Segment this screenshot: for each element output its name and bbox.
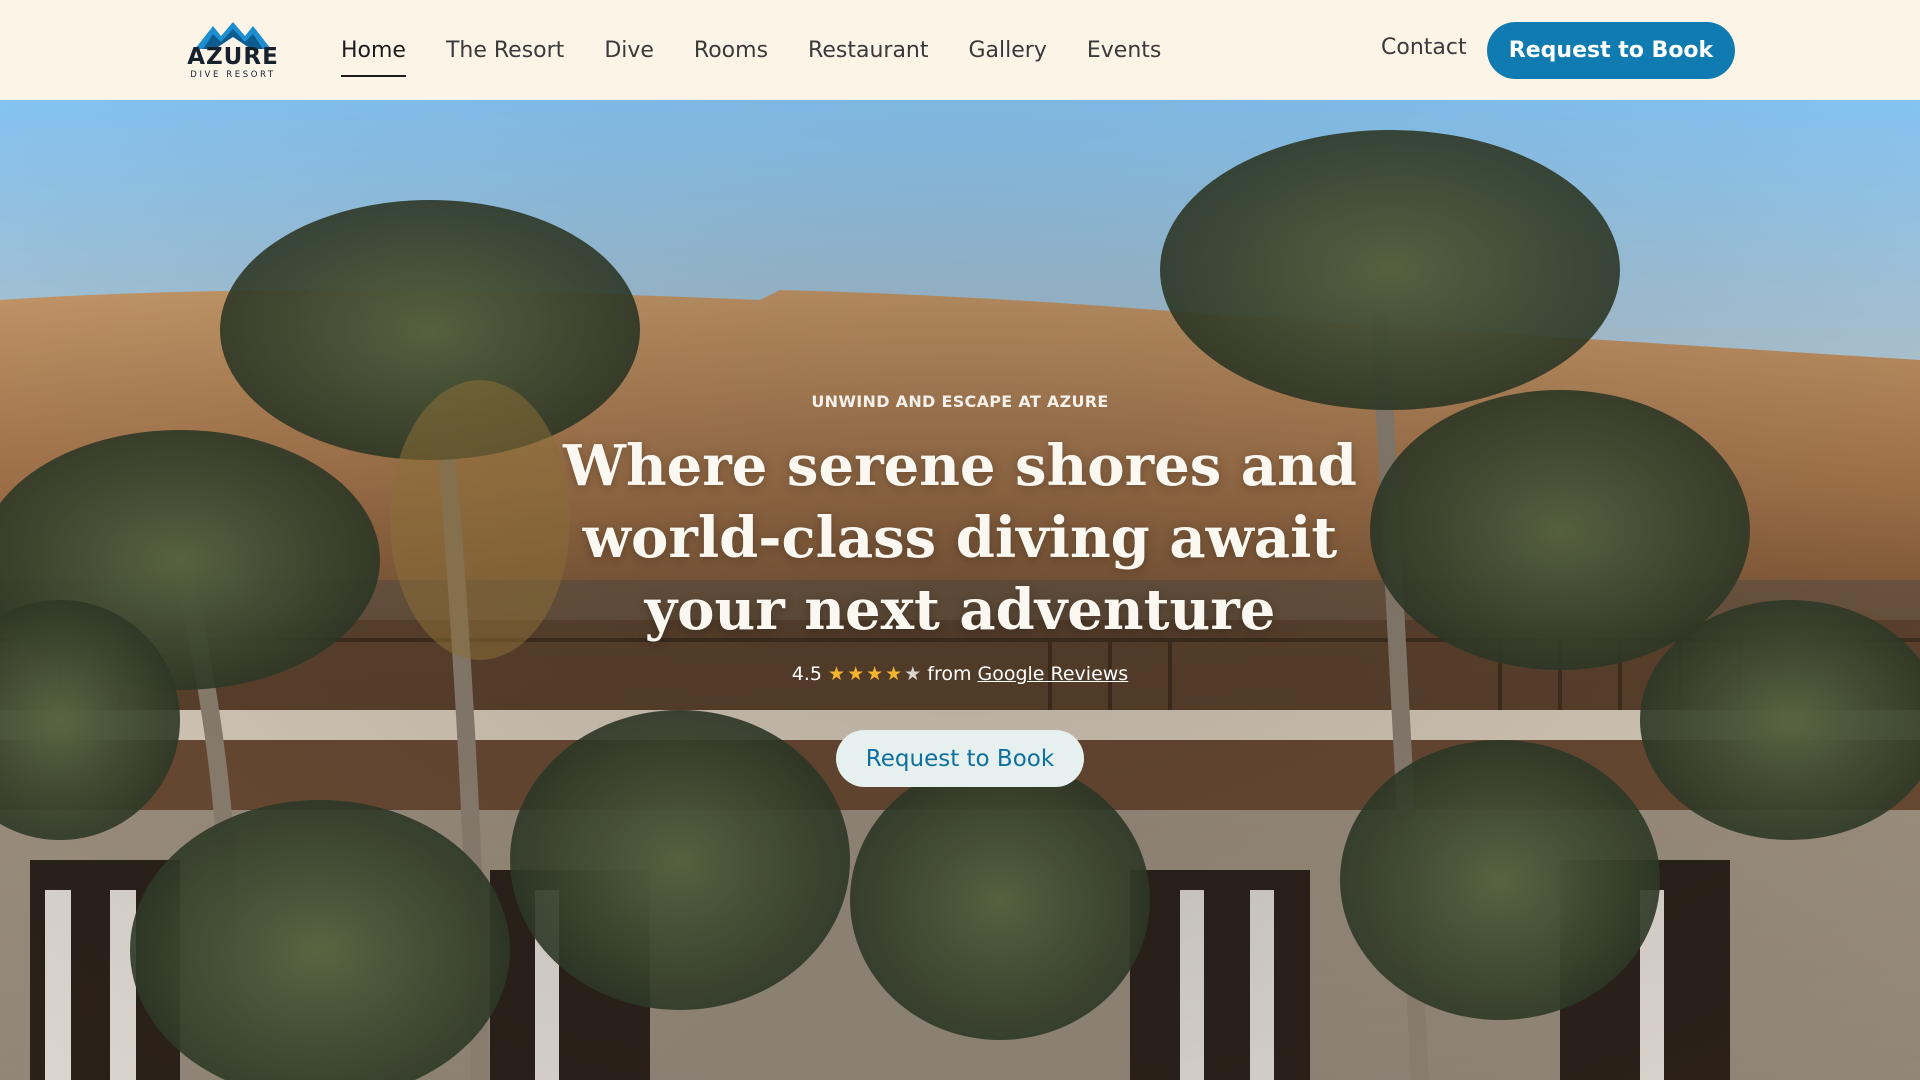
- rating-summary: 4.5 ★ ★ ★ ★ ★ from Google Reviews: [0, 663, 1920, 685]
- nav-item-restaurant[interactable]: Restaurant: [808, 38, 928, 63]
- star-icon: ★: [866, 662, 884, 685]
- star-icon: ★: [847, 662, 865, 685]
- nav-item-dive[interactable]: Dive: [604, 38, 654, 63]
- star-icon: ★: [828, 662, 846, 685]
- nav-item-the-resort[interactable]: The Resort: [446, 38, 564, 63]
- hero-headline: Where serene shores and world-class divi…: [563, 433, 1357, 643]
- request-to-book-button-header[interactable]: Request to Book: [1487, 22, 1735, 79]
- star-icon: ★: [904, 662, 922, 685]
- hero-eyebrow: UNWIND AND ESCAPE AT AZURE: [811, 392, 1109, 411]
- main-nav: Home The Resort Dive Rooms Restaurant Ga…: [341, 0, 1201, 100]
- nav-item-events[interactable]: Events: [1087, 38, 1162, 63]
- rating-value: 4.5: [791, 663, 823, 685]
- rating-stars: ★ ★ ★ ★ ★: [828, 662, 922, 685]
- nav-item-rooms[interactable]: Rooms: [694, 38, 768, 63]
- google-reviews-link[interactable]: Google Reviews: [977, 663, 1128, 685]
- hero-section: UNWIND AND ESCAPE AT AZURE Where serene …: [0, 100, 1920, 1080]
- brand-name: AZURE: [187, 44, 279, 70]
- nav-item-home[interactable]: Home: [341, 38, 406, 77]
- site-header: AZURE DIVE RESORT Home The Resort Dive R…: [0, 0, 1920, 100]
- rating-from-text: from: [927, 663, 972, 685]
- star-icon: ★: [885, 662, 903, 685]
- brand-tagline: DIVE RESORT: [190, 70, 276, 80]
- contact-link[interactable]: Contact: [1381, 35, 1467, 60]
- brand-logo[interactable]: AZURE DIVE RESORT: [183, 20, 283, 82]
- request-to-book-button-hero[interactable]: Request to Book: [836, 730, 1084, 787]
- nav-item-gallery[interactable]: Gallery: [969, 38, 1047, 63]
